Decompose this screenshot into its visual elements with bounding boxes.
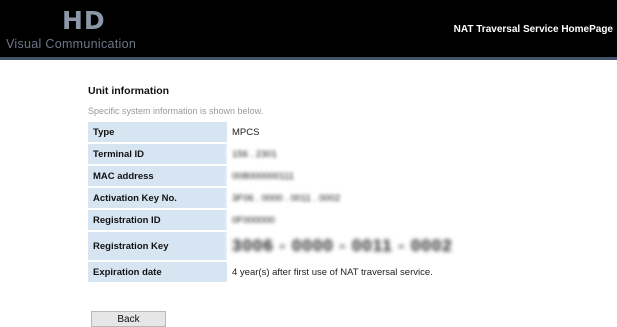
row-value: 156 . 2301 <box>227 144 532 164</box>
row-label: Expiration date <box>88 262 227 282</box>
row-value: 4 year(s) after first use of NAT travers… <box>227 262 532 282</box>
header-bar: HD Visual Communication NAT Traversal Se… <box>0 0 617 57</box>
row-value: 008000000111 <box>227 166 532 186</box>
table-row: Registration Key 3006 - 0000 - 0011 - 00… <box>88 232 532 260</box>
row-value: 3006 - 0000 - 0011 - 0002 <box>227 232 532 260</box>
row-value: 3F06 . 0000 . 0011 . 0002 <box>227 188 532 208</box>
row-label: Registration Key <box>88 232 227 260</box>
row-value: 0F000000 <box>227 210 532 230</box>
row-label: Registration ID <box>88 210 227 230</box>
table-row: Registration ID 0F000000 <box>88 210 532 230</box>
table-row: Activation Key No. 3F06 . 0000 . 0011 . … <box>88 188 532 208</box>
table-row: Type MPCS <box>88 122 532 142</box>
table-row: MAC address 008000000111 <box>88 166 532 186</box>
logo-subtitle: Visual Communication <box>6 37 137 51</box>
table-row: Terminal ID 156 . 2301 <box>88 144 532 164</box>
unit-info-section: Unit information Specific system informa… <box>88 84 538 284</box>
section-title: Unit information <box>88 85 170 97</box>
row-label: Activation Key No. <box>88 188 227 208</box>
row-label: Type <box>88 122 227 142</box>
header-divider <box>0 57 617 60</box>
unit-info-table: Type MPCS Terminal ID 156 . 2301 MAC add… <box>88 120 532 284</box>
back-button[interactable]: Back <box>91 311 166 327</box>
row-value: MPCS <box>227 122 532 142</box>
hd-logo: HD <box>62 6 106 35</box>
table-row: Expiration date 4 year(s) after first us… <box>88 262 532 282</box>
nat-homepage-link[interactable]: NAT Traversal Service HomePage <box>454 24 613 35</box>
row-label: MAC address <box>88 166 227 186</box>
row-label: Terminal ID <box>88 144 227 164</box>
